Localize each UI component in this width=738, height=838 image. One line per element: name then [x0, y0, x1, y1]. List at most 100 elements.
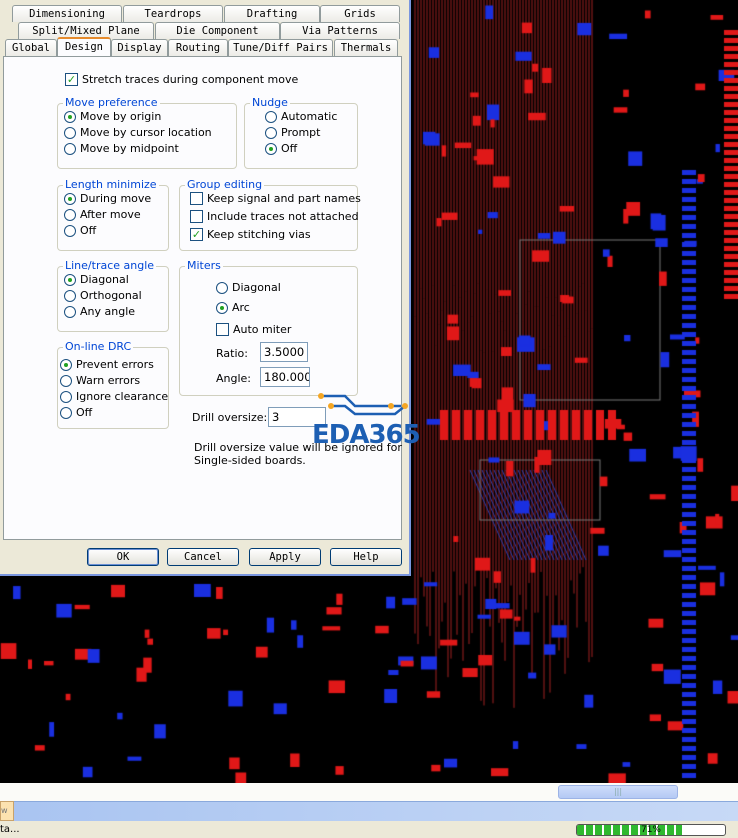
scrollbar-thumb[interactable]: |||	[558, 785, 678, 799]
drill-oversize-label: Drill oversize:	[192, 411, 268, 424]
tab-display[interactable]: Display	[111, 39, 168, 56]
checkbox-keep-stitching-vias[interactable]: ✓ Keep stitching vias	[190, 228, 311, 241]
radio-circle[interactable]	[64, 273, 76, 286]
radio-circle[interactable]	[216, 281, 228, 294]
checkbox-include-traces-not-attached[interactable]: Include traces not attached	[190, 210, 359, 223]
radio-label: Ignore clearance	[76, 390, 169, 403]
radio-move-by-origin[interactable]: Move by origin	[64, 110, 161, 123]
radio-circle[interactable]	[216, 301, 228, 314]
progress-bar: 71%	[576, 824, 726, 836]
radio-circle[interactable]	[265, 142, 277, 155]
apply-button[interactable]: Apply	[249, 548, 321, 566]
move-preference-group: Move preference Move by origin Move by cur…	[57, 96, 237, 169]
radio-move-by-cursor-location[interactable]: Move by cursor location	[64, 126, 212, 139]
drill-note: Single-sided boards.	[194, 454, 306, 467]
radio-orthogonal[interactable]: Orthogonal	[64, 289, 142, 302]
nudge-group: Nudge Automatic Prompt Off	[244, 96, 358, 169]
output-tab-button[interactable]: w	[0, 801, 14, 821]
group-editing-group: Group editing Keep signal and part names I…	[179, 178, 361, 251]
radio-circle[interactable]	[64, 142, 76, 155]
radio-circle[interactable]	[60, 358, 72, 371]
radio-off[interactable]: Off	[60, 406, 92, 419]
checkbox-keep-signal-and-part-names[interactable]: Keep signal and part names	[190, 192, 361, 205]
design-tab-panel: ✓ Stretch traces during component move Mo…	[3, 56, 402, 540]
watermark-trace-logo	[318, 393, 408, 416]
checkbox-box[interactable]: ✓	[65, 73, 78, 86]
radio-circle[interactable]	[60, 406, 72, 419]
tab-drafting[interactable]: Drafting	[224, 5, 320, 22]
radio-prevent-errors[interactable]: Prevent errors	[60, 358, 154, 371]
radio-move-by-midpoint[interactable]: Move by midpoint	[64, 142, 179, 155]
radio-label: Warn errors	[76, 374, 141, 387]
radio-label: Prompt	[281, 126, 321, 139]
watermark-logo: EDA365	[312, 420, 421, 450]
tab-routing[interactable]: Routing	[168, 39, 228, 56]
group-title: Line/trace angle	[63, 259, 157, 272]
checkbox-box[interactable]	[216, 323, 229, 336]
angle-input[interactable]: 180.0000	[260, 367, 310, 387]
checkbox-label: Auto miter	[233, 323, 292, 336]
radio-ignore-clearance[interactable]: Ignore clearance	[60, 390, 168, 403]
group-title: Move preference	[63, 96, 160, 109]
radio-during-move[interactable]: During move	[64, 192, 151, 205]
radio-diagonal[interactable]: Diagonal	[216, 281, 281, 294]
radio-label: Any angle	[80, 305, 136, 318]
group-title: Miters	[185, 259, 223, 272]
radio-circle[interactable]	[64, 305, 76, 318]
checkbox-box[interactable]	[190, 210, 203, 223]
radio-circle[interactable]	[64, 224, 76, 237]
angle-label: Angle:	[216, 372, 252, 385]
stretch-traces-checkbox[interactable]: ✓ Stretch traces during component move	[65, 73, 298, 86]
checkbox-box[interactable]	[190, 192, 203, 205]
radio-circle[interactable]	[64, 126, 76, 139]
auto-miter-checkbox[interactable]: Auto miter	[216, 323, 291, 336]
radio-label: Move by origin	[80, 110, 162, 123]
radio-label: Off	[76, 406, 93, 419]
status-text: ta...	[0, 824, 20, 835]
ok-button[interactable]: OK	[87, 548, 159, 566]
radio-diagonal[interactable]: Diagonal	[64, 273, 129, 286]
group-title: Group editing	[185, 178, 265, 191]
tab-design[interactable]: Design	[57, 37, 111, 56]
group-title: On-line DRC	[63, 340, 134, 353]
radio-circle[interactable]	[265, 126, 277, 139]
tab-tune-diff-pairs[interactable]: Tune/Diff Pairs	[228, 39, 333, 56]
radio-circle[interactable]	[64, 192, 76, 205]
radio-any-angle[interactable]: Any angle	[64, 305, 135, 318]
tab-dimensioning[interactable]: Dimensioning	[12, 5, 122, 22]
radio-label: Arc	[232, 301, 250, 314]
checkbox-box[interactable]: ✓	[190, 228, 203, 241]
radio-circle[interactable]	[64, 208, 76, 221]
tab-thermals[interactable]: Thermals	[334, 39, 398, 56]
radio-label: Automatic	[281, 110, 338, 123]
output-bar	[0, 801, 738, 821]
progress-label: 71%	[640, 825, 661, 835]
radio-label: Move by midpoint	[80, 142, 179, 155]
radio-circle[interactable]	[265, 110, 277, 123]
radio-label: Move by cursor location	[80, 126, 212, 139]
radio-prompt[interactable]: Prompt	[265, 126, 320, 139]
tab-die-component[interactable]: Die Component	[155, 22, 280, 39]
radio-circle[interactable]	[64, 289, 76, 302]
radio-off[interactable]: Off	[265, 142, 297, 155]
radio-label: Prevent errors	[76, 358, 154, 371]
radio-label: Diagonal	[232, 281, 281, 294]
checkbox-label: Include traces not attached	[207, 210, 359, 223]
radio-label: Diagonal	[80, 273, 129, 286]
radio-circle[interactable]	[60, 374, 72, 387]
cancel-button[interactable]: Cancel	[167, 548, 239, 566]
radio-circle[interactable]	[64, 110, 76, 123]
ratio-input[interactable]: 3.5000	[260, 342, 308, 362]
tab-global[interactable]: Global	[5, 39, 57, 56]
radio-circle[interactable]	[60, 390, 72, 403]
radio-automatic[interactable]: Automatic	[265, 110, 337, 123]
help-button[interactable]: Help	[330, 548, 402, 566]
radio-off[interactable]: Off	[64, 224, 96, 237]
miters-group: Miters Diagonal Arc Auto miter Ratio: 3.50…	[179, 259, 358, 396]
radio-after-move[interactable]: After move	[64, 208, 141, 221]
tab-teardrops[interactable]: Teardrops	[123, 5, 223, 22]
radio-warn-errors[interactable]: Warn errors	[60, 374, 140, 387]
radio-arc[interactable]: Arc	[216, 301, 250, 314]
tab-via-patterns[interactable]: Via Patterns	[280, 22, 400, 39]
tab-grids[interactable]: Grids	[320, 5, 400, 22]
